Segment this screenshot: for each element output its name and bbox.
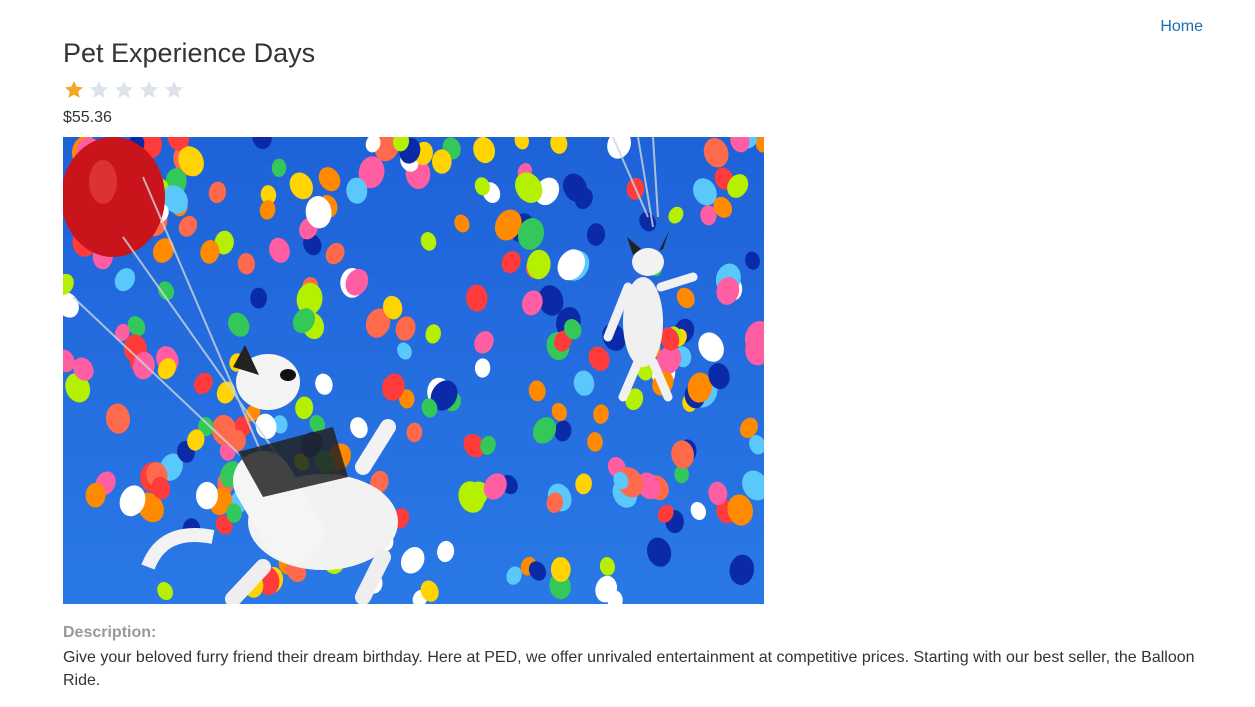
star-filled-icon — [63, 79, 85, 101]
star-empty-icon — [163, 79, 185, 101]
star-empty-icon — [138, 79, 160, 101]
product-image — [63, 137, 764, 604]
star-empty-icon — [113, 79, 135, 101]
home-link[interactable]: Home — [1160, 18, 1203, 36]
star-empty-icon — [88, 79, 110, 101]
product-title: Pet Experience Days — [63, 38, 316, 68]
description-text: Give your beloved furry friend their dre… — [63, 649, 1195, 689]
star-rating — [63, 78, 1203, 102]
product-page: Home Pet Experience Days $55.36 Descript… — [0, 0, 1255, 707]
description-label: Description: — [63, 624, 157, 641]
product-price: $55.36 — [63, 109, 112, 126]
product-detail: Pet Experience Days $55.36 Description: … — [63, 36, 1203, 692]
